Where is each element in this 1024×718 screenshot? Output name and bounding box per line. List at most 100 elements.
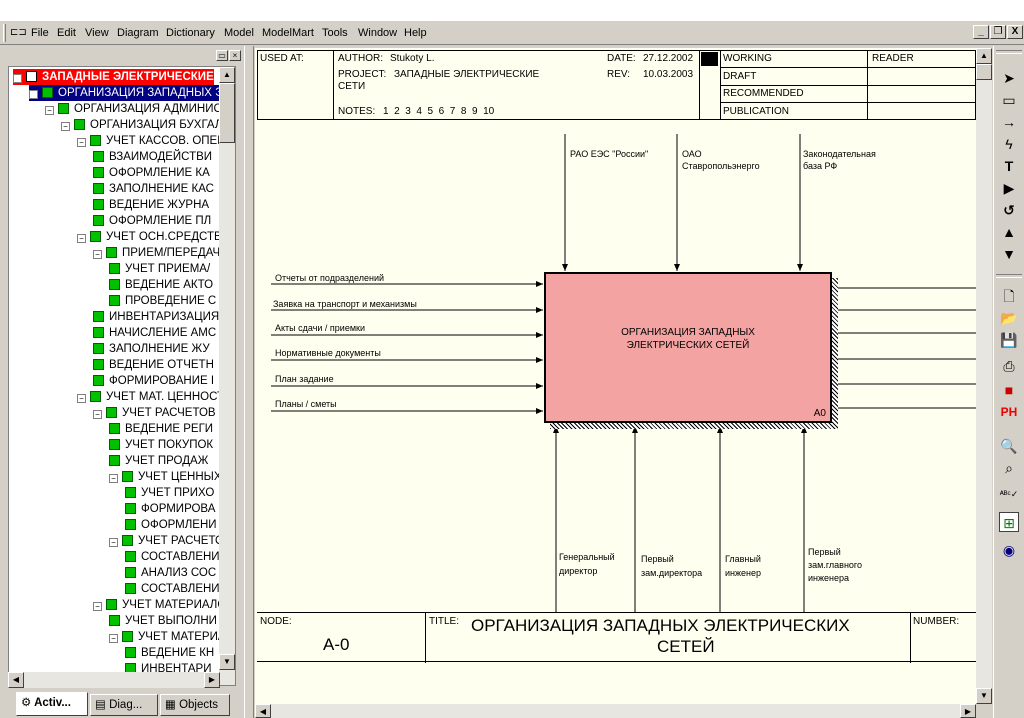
- ph-icon[interactable]: PH: [999, 402, 1019, 422]
- mechanism-label-1[interactable]: Генеральный директор: [559, 550, 615, 578]
- tree-expand-toggle[interactable]: −: [77, 394, 86, 403]
- tree-item[interactable]: УЧЕТ ВЫПОЛНИ: [109, 613, 217, 629]
- input-label-2[interactable]: Заявка на транспорт и механизмы: [273, 298, 417, 310]
- down-icon[interactable]: ▼: [999, 244, 1019, 264]
- tree-expand-toggle[interactable]: −: [93, 250, 102, 259]
- tree-item[interactable]: ФОРМИРОВА: [125, 501, 215, 517]
- panel-restore-button[interactable]: ▭: [216, 50, 228, 61]
- play-icon[interactable]: ▶: [999, 178, 1019, 198]
- zoom-out-icon[interactable]: ⌕: [999, 458, 1019, 478]
- tree-expand-toggle[interactable]: −: [13, 74, 22, 83]
- new-icon[interactable]: 🗋: [999, 286, 1019, 306]
- globe-icon[interactable]: ◉: [999, 540, 1019, 560]
- box-icon[interactable]: ▭: [999, 90, 1019, 110]
- save-icon[interactable]: 💾: [999, 330, 1019, 350]
- diagram-canvas[interactable]: USED AT: AUTHOR: Stukoty L. PROJECT: ЗАП…: [255, 48, 976, 704]
- tree-item[interactable]: СОСТАВЛЕНИ: [125, 581, 220, 597]
- input-label-4[interactable]: Нормативные документы: [275, 347, 381, 359]
- canvas-scroll-thumb[interactable]: [976, 64, 992, 80]
- tree-scroll-right-button[interactable]: ▶: [204, 672, 220, 688]
- tree-item[interactable]: ПРОВЕДЕНИЕ С: [109, 293, 216, 309]
- tree-icon[interactable]: ⊞: [999, 512, 1019, 532]
- mechanism-label-2[interactable]: Первый зам.директора: [641, 552, 702, 580]
- tab-diagrams[interactable]: ▤ Diag...: [90, 694, 158, 716]
- menu-view[interactable]: View: [85, 27, 109, 39]
- arrow-icon[interactable]: →: [999, 112, 1019, 132]
- control-label-1[interactable]: РАО ЕЭС "России": [570, 148, 648, 160]
- rotate-icon[interactable]: ↺: [999, 200, 1019, 220]
- tree-expand-toggle[interactable]: −: [61, 122, 70, 131]
- canvas-scroll-left-button[interactable]: ◀: [255, 704, 271, 718]
- tree-item[interactable]: − ОРГАНИЗАЦИЯ АДМИНИСТ: [45, 101, 228, 117]
- restore-button[interactable]: ❐: [990, 25, 1006, 39]
- menu-diagram[interactable]: Diagram: [117, 27, 159, 39]
- tree-item[interactable]: ИНВЕНТАРИЗАЦИЯ: [93, 309, 219, 325]
- mechanism-label-4[interactable]: Первый зам.главного инженера: [808, 546, 862, 585]
- tree-item[interactable]: ОФОРМЛЕНИ: [125, 517, 217, 533]
- menu-file[interactable]: File: [31, 27, 49, 39]
- mechanism-label-3[interactable]: Главный инженер: [725, 552, 761, 580]
- menu-model[interactable]: Model: [224, 27, 254, 39]
- tree-expand-toggle[interactable]: −: [45, 106, 54, 115]
- tree-item[interactable]: ОФОРМЛЕНИЕ КА: [93, 165, 210, 181]
- tree-scroll-left-button[interactable]: ◀: [8, 672, 24, 688]
- tree-item[interactable]: УЧЕТ ПРИЕМА/: [109, 261, 210, 277]
- tree-item[interactable]: − УЧЕТ МАТЕРИАЛО: [93, 597, 226, 613]
- tree-item[interactable]: ВЕДЕНИЕ АКТО: [109, 277, 213, 293]
- tab-objects[interactable]: ▦ Objects: [160, 694, 230, 716]
- tree-scroll-down-button[interactable]: ▼: [219, 654, 235, 670]
- tree-expand-toggle[interactable]: −: [93, 602, 102, 611]
- squiggle-icon[interactable]: ϟ: [999, 134, 1019, 154]
- tab-activities[interactable]: ⚙ Activ...: [16, 692, 88, 716]
- tree-item[interactable]: − УЧЕТ ЦЕННЫХ: [109, 469, 222, 485]
- open-icon[interactable]: 📂: [999, 308, 1019, 328]
- tree-root-item[interactable]: − ЗАПАДНЫЕ ЭЛЕКТРИЧЕСКИЕ: [13, 69, 214, 85]
- menu-edit[interactable]: Edit: [57, 27, 76, 39]
- app-icon[interactable]: ⊏⊐: [10, 27, 28, 39]
- canvas-scroll-right-button[interactable]: ▶: [960, 704, 976, 718]
- tree-expand-toggle[interactable]: −: [109, 634, 118, 643]
- tree-item[interactable]: ФОРМИРОВАНИЕ I: [93, 373, 214, 389]
- tree-expand-toggle[interactable]: −: [109, 474, 118, 483]
- tree-item[interactable]: − УЧЕТ МАТЕРИА: [109, 629, 226, 645]
- close-button[interactable]: X: [1007, 25, 1023, 39]
- minimize-button[interactable]: _: [973, 25, 989, 39]
- input-label-6[interactable]: Планы / сметы: [275, 398, 337, 410]
- menu-dictionary[interactable]: Dictionary: [166, 27, 215, 39]
- canvas-scroll-down-button[interactable]: ▼: [976, 688, 992, 704]
- menu-window[interactable]: Window: [358, 27, 397, 39]
- tree-expand-toggle[interactable]: −: [109, 538, 118, 547]
- tree-item[interactable]: СОСТАВЛЕНИ: [125, 549, 220, 565]
- menu-help[interactable]: Help: [404, 27, 427, 39]
- spellcheck-icon[interactable]: ᴬᴮᶜ✓: [999, 484, 1019, 504]
- canvas-scroll-up-button[interactable]: ▲: [976, 48, 992, 64]
- canvas-horizontal-scrollbar[interactable]: ◀ ▶: [255, 704, 976, 718]
- tree-item[interactable]: − УЧЕТ ОСН.СРЕДСТВ: [77, 229, 222, 245]
- tree-item[interactable]: УЧЕТ ПРИХО: [125, 485, 214, 501]
- tree-item[interactable]: − УЧЕТ РАСЧЕТОВ С: [93, 405, 227, 421]
- tree-expand-toggle[interactable]: −: [29, 90, 38, 99]
- tree-item[interactable]: НАЧИСЛЕНИЕ АМС: [93, 325, 216, 341]
- panel-splitter[interactable]: [244, 46, 254, 718]
- control-label-2[interactable]: ОАО Ставропольэнерго: [682, 148, 760, 172]
- panel-close-button[interactable]: ×: [229, 50, 241, 61]
- tree-item[interactable]: ВЗАИМОДЕЙСТВИ: [93, 149, 212, 165]
- tree-expand-toggle[interactable]: −: [93, 410, 102, 419]
- tree-item[interactable]: ОФОРМЛЕНИЕ ПЛ: [93, 213, 211, 229]
- tree-item[interactable]: АНАЛИЗ СОС: [125, 565, 216, 581]
- text-icon[interactable]: T: [999, 156, 1019, 176]
- tree-expand-toggle[interactable]: −: [77, 234, 86, 243]
- tree-item[interactable]: − ПРИЕМ/ПЕРЕДАЧ: [93, 245, 220, 261]
- up-icon[interactable]: ▲: [999, 222, 1019, 242]
- tree-horizontal-scrollbar[interactable]: ◀ ▶: [8, 672, 220, 688]
- tree-item[interactable]: УЧЕТ ПОКУПОК: [109, 437, 213, 453]
- tree-item[interactable]: ВЕДЕНИЕ КН: [125, 645, 214, 661]
- tree-item[interactable]: ВЕДЕНИЕ ОТЧЕТН: [93, 357, 214, 373]
- print-icon[interactable]: ⎙: [999, 356, 1019, 376]
- tree-item[interactable]: − УЧЕТ КАССОВ. ОПЕРА: [77, 133, 232, 149]
- menu-tools[interactable]: Tools: [322, 27, 348, 39]
- tree-item[interactable]: ВЕДЕНИЕ РЕГИ: [109, 421, 213, 437]
- tree-item[interactable]: ЗАПОЛНЕНИЕ КАС: [93, 181, 214, 197]
- tree-vertical-scrollbar[interactable]: ▲ ▼: [219, 67, 235, 685]
- tree-item[interactable]: ВЕДЕНИЕ ЖУРНА: [93, 197, 209, 213]
